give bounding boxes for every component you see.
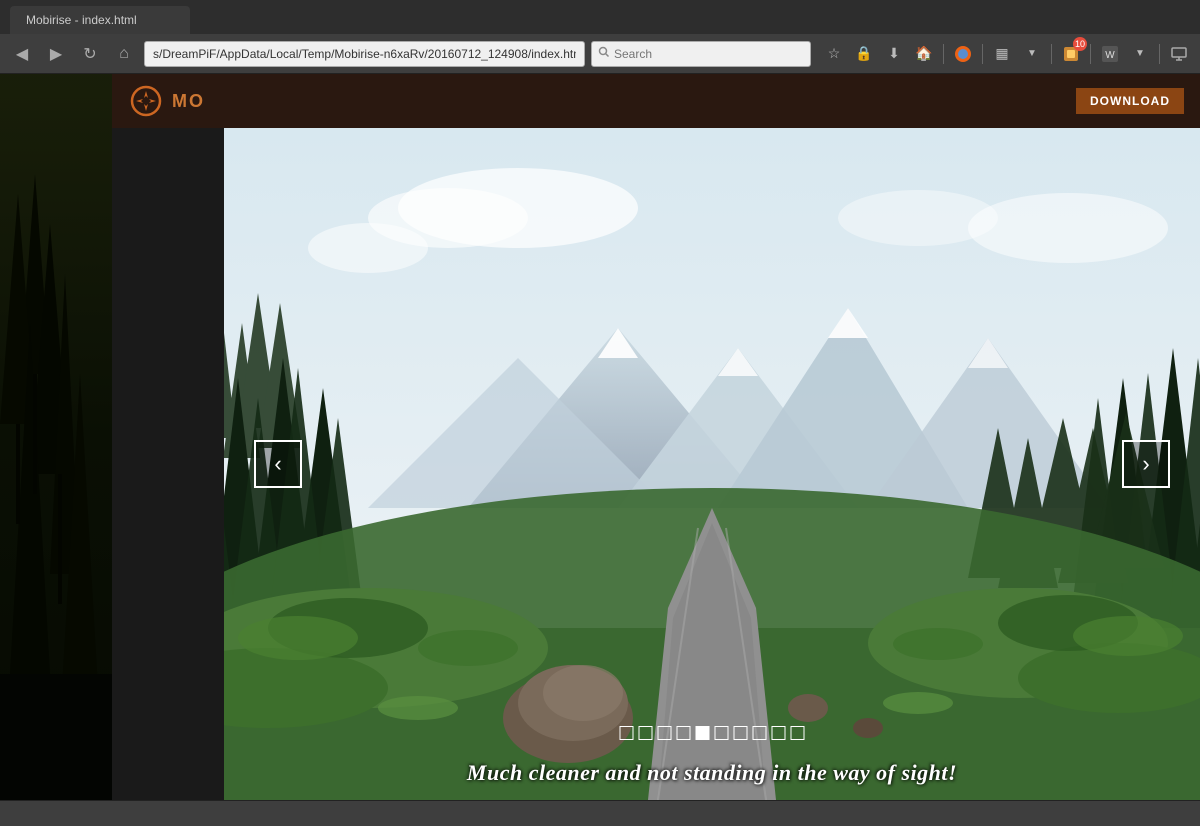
carousel-prev-button[interactable]: ‹: [254, 440, 302, 488]
carousel-dot-2[interactable]: [639, 726, 653, 740]
search-icon: [598, 46, 610, 61]
active-tab[interactable]: Mobirise - index.html: [10, 6, 190, 34]
left-sidebar: [0, 74, 112, 800]
tab-bar: Mobirise - index.html: [0, 0, 1200, 34]
home-button[interactable]: ⌂: [110, 40, 138, 68]
carousel-dot-10[interactable]: [791, 726, 805, 740]
caption-text: Much cleaner and not standing in the way…: [467, 760, 957, 785]
svg-text:W: W: [1105, 50, 1115, 61]
next-icon: ›: [1142, 451, 1149, 477]
carousel-dot-9[interactable]: [772, 726, 786, 740]
app-title: MO: [172, 91, 205, 112]
app-header-right: DOWNLOAD: [1076, 88, 1184, 114]
prev-icon: ‹: [274, 451, 281, 477]
search-bar-container: [591, 41, 811, 67]
tab-label: Mobirise - index.html: [26, 13, 137, 27]
app-header: MO DOWNLOAD: [112, 74, 1200, 128]
arrow3-button[interactable]: ▼: [1127, 41, 1153, 67]
url-bar[interactable]: [144, 41, 585, 67]
carousel-dot-7[interactable]: [734, 726, 748, 740]
carousel-caption: Much cleaner and not standing in the way…: [224, 760, 1200, 786]
carousel-dot-1[interactable]: [620, 726, 634, 740]
carousel-dot-3[interactable]: [658, 726, 672, 740]
carousel-next-button[interactable]: ›: [1122, 440, 1170, 488]
toolbar-divider4: [1090, 44, 1091, 64]
carousel-container: ‹ ›: [224, 128, 1200, 800]
firefox-button[interactable]: [950, 41, 976, 67]
carousel-dot-8[interactable]: [753, 726, 767, 740]
grid-button[interactable]: ▦: [989, 41, 1015, 67]
app-logo-icon: [128, 83, 164, 119]
lock-button[interactable]: 🔒: [851, 41, 877, 67]
download-button[interactable]: DOWNLOAD: [1076, 88, 1184, 114]
app-area: MO DOWNLOAD: [0, 74, 1200, 800]
toolbar-divider5: [1159, 44, 1160, 64]
browser-bottom-bar: [0, 800, 1200, 826]
carousel-dots: [620, 726, 805, 740]
carousel-dot-4[interactable]: [677, 726, 691, 740]
toolbar-divider: [943, 44, 944, 64]
main-content: MO DOWNLOAD: [112, 74, 1200, 800]
monitor-button[interactable]: [1166, 41, 1192, 67]
notification-badge: 10: [1073, 37, 1087, 51]
carousel-dot-6[interactable]: [715, 726, 729, 740]
forward-button[interactable]: ▶: [42, 40, 70, 68]
download-arrow-button[interactable]: ⬇: [881, 41, 907, 67]
wolf-extension-button[interactable]: W: [1097, 41, 1123, 67]
browser-chrome: Mobirise - index.html ◀ ▶ ↻ ⌂ ☆ 🔒 ⬇ 🏠: [0, 0, 1200, 826]
back-button[interactable]: ◀: [8, 40, 36, 68]
toolbar-divider2: [982, 44, 983, 64]
toolbar-icons: ☆ 🔒 ⬇ 🏠 ▦ ▼: [821, 41, 1192, 67]
home2-button[interactable]: 🏠: [911, 41, 937, 67]
arrow-button[interactable]: ▼: [1019, 41, 1045, 67]
bookmark-button[interactable]: ☆: [821, 41, 847, 67]
search-input[interactable]: [614, 47, 774, 61]
browser-toolbar: ◀ ▶ ↻ ⌂ ☆ 🔒 ⬇ 🏠: [0, 34, 1200, 74]
refresh-button[interactable]: ↻: [76, 40, 104, 68]
extension-icon-container: 10: [1058, 41, 1084, 67]
carousel-dot-5[interactable]: [696, 726, 710, 740]
toolbar-divider3: [1051, 44, 1052, 64]
